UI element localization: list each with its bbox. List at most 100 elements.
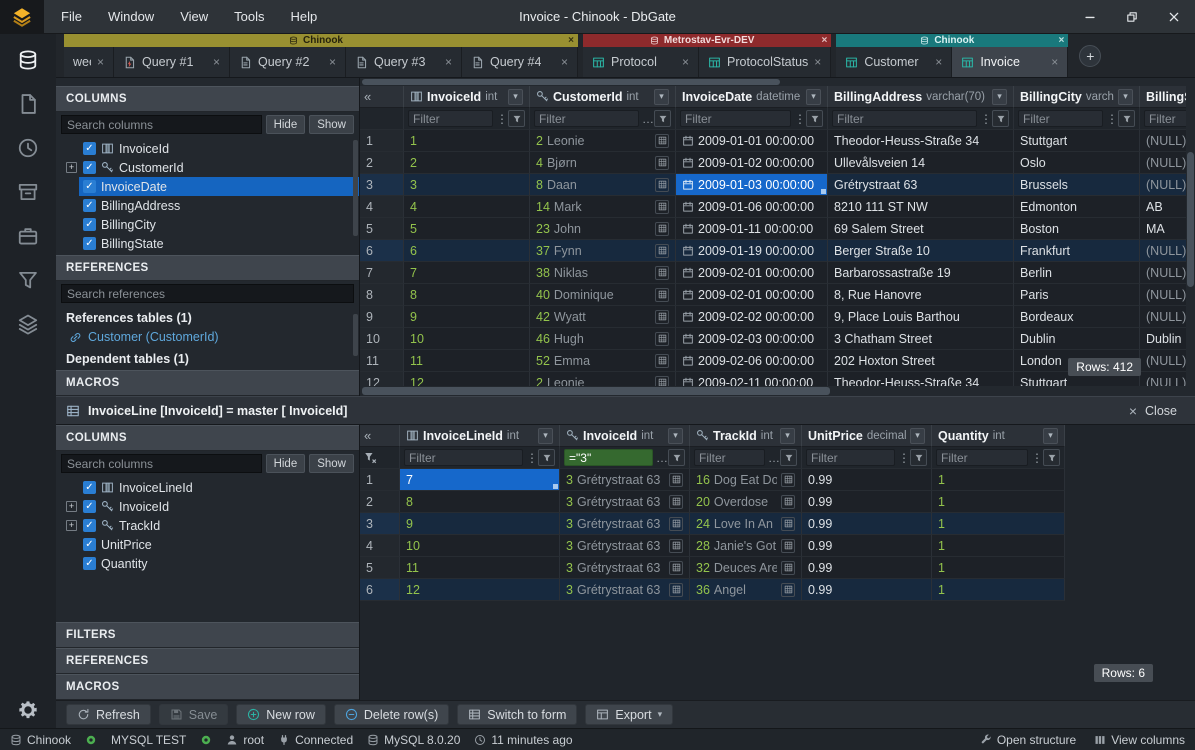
tab-customer[interactable]: Customer× — [836, 47, 952, 77]
status-mysql-8-0-20[interactable]: MySQL 8.0.20 — [367, 733, 460, 747]
status-mysql-test[interactable]: MYSQL TEST — [111, 733, 186, 747]
grid-cell[interactable]: 14Mark — [530, 196, 676, 218]
close-tab-icon[interactable]: × — [682, 55, 689, 69]
close-group-icon[interactable]: × — [1058, 34, 1064, 47]
briefcase-icon[interactable] — [12, 222, 44, 250]
grid-cell[interactable]: 42Wyatt — [530, 306, 676, 328]
open-reference-icon[interactable] — [655, 332, 669, 346]
grid-cell[interactable]: 2009-02-06 00:00:00 — [676, 350, 828, 372]
tab-query-3[interactable]: Query #3× — [346, 47, 462, 77]
grid-cell[interactable]: 2009-02-02 00:00:00 — [676, 306, 828, 328]
grid-cell[interactable]: 11 — [404, 350, 530, 372]
grid-cell[interactable]: Grétrystraat 63 — [828, 174, 1014, 196]
refresh-button[interactable]: Refresh — [66, 704, 151, 725]
close-tab-icon[interactable]: × — [561, 55, 568, 69]
open-reference-icon[interactable] — [781, 473, 795, 487]
grid-cell[interactable]: Stuttgart — [1014, 130, 1140, 152]
status-chinook[interactable]: Chinook — [10, 733, 71, 747]
grid-cell[interactable]: Bordeaux — [1014, 306, 1140, 328]
tab-protocol[interactable]: Protocol× — [583, 47, 699, 77]
grid-cell[interactable]: 37Fynn — [530, 240, 676, 262]
grid-cell[interactable]: 2009-01-01 00:00:00 — [676, 130, 828, 152]
column-menu-button[interactable]: ▾ — [1043, 428, 1058, 444]
open-reference-icon[interactable] — [781, 517, 795, 531]
grid-cell[interactable]: 9, Place Louis Barthou — [828, 306, 1014, 328]
close-tab-icon[interactable]: × — [329, 55, 336, 69]
grid-cell[interactable]: 8210 111 ST NW — [828, 196, 1014, 218]
grid-cell[interactable]: 3Grétrystraat 63 — [560, 557, 690, 579]
column-menu-button[interactable]: ▾ — [508, 89, 523, 105]
settings-gear-icon[interactable] — [12, 696, 44, 724]
columns-section-header[interactable]: COLUMNS — [56, 425, 359, 451]
column-menu-button[interactable]: ▾ — [668, 428, 683, 444]
filter-menu-icon[interactable]: … — [656, 452, 665, 464]
grid-cell[interactable]: 3 Chatham Street — [828, 328, 1014, 350]
row-number[interactable]: 3 — [360, 174, 404, 196]
column-menu-button[interactable]: ▾ — [1118, 89, 1133, 105]
row-number[interactable]: 3 — [360, 513, 400, 535]
search-references-input[interactable] — [61, 284, 354, 303]
hide-button[interactable]: Hide — [266, 454, 306, 473]
macros-section-header[interactable]: MACROS — [56, 674, 359, 700]
grid-cell[interactable]: 0.99 — [802, 469, 932, 491]
references-section-header[interactable]: REFERENCES — [56, 255, 359, 281]
grid-cell[interactable]: 1 — [404, 130, 530, 152]
row-number[interactable]: 6 — [360, 240, 404, 262]
filter-menu-icon[interactable]: … — [768, 452, 777, 464]
restore-button[interactable] — [1111, 0, 1153, 33]
open-reference-icon[interactable] — [669, 473, 683, 487]
close-tab-icon[interactable]: × — [814, 55, 821, 69]
open-reference-icon[interactable] — [655, 156, 669, 170]
grid-cell[interactable]: Theodor-Heuss-Straße 34 — [828, 372, 1014, 386]
grid-cell[interactable]: Frankfurt — [1014, 240, 1140, 262]
checkbox[interactable]: ✓ — [83, 519, 96, 532]
grid-cell[interactable]: 7 — [400, 469, 560, 491]
tab-protocolstatus[interactable]: ProtocolStatus× — [699, 47, 831, 77]
grid-cell[interactable]: Berger Straße 10 — [828, 240, 1014, 262]
open-reference-icon[interactable] — [781, 539, 795, 553]
column-menu-button[interactable]: ▾ — [654, 89, 669, 105]
column-menu-button[interactable]: ▾ — [780, 428, 795, 444]
funnel-icon[interactable] — [538, 449, 555, 466]
open-reference-icon[interactable] — [781, 495, 795, 509]
scrollbar-thumb[interactable] — [362, 79, 780, 85]
grid-cell[interactable]: 2Leonie — [530, 130, 676, 152]
checkbox[interactable]: ✓ — [83, 538, 96, 551]
filter-menu-icon[interactable]: ⋮ — [980, 113, 989, 125]
files-icon[interactable] — [12, 90, 44, 118]
filter-menu-icon[interactable]: ⋮ — [794, 113, 803, 125]
switch-to-form-button[interactable]: Switch to form — [457, 704, 577, 725]
grid-cell[interactable]: Dublin — [1014, 328, 1140, 350]
funnel-icon[interactable] — [806, 110, 823, 127]
clear-filters-button[interactable] — [360, 447, 400, 469]
grid-cell[interactable]: 8Daan — [530, 174, 676, 196]
new-tab-button[interactable]: + — [1079, 45, 1101, 67]
tab-group-header[interactable]: Metrostav-Evr-DEV× — [583, 34, 831, 47]
column-header-invoiceid[interactable]: InvoiceIdint▾ — [404, 86, 530, 108]
search-columns-input[interactable] — [61, 454, 262, 473]
checkbox[interactable]: ✓ — [83, 557, 96, 570]
scrollbar-thumb[interactable] — [353, 140, 358, 236]
grid-cell[interactable]: 0.99 — [802, 557, 932, 579]
grid-cell[interactable]: 3 — [404, 174, 530, 196]
menu-window[interactable]: Window — [95, 0, 167, 33]
grid-cell[interactable]: Theodor-Heuss-Straße 34 — [828, 130, 1014, 152]
funnel-icon[interactable] — [1118, 110, 1135, 127]
column-list-item[interactable]: ✓InvoiceDate — [56, 177, 359, 196]
checkbox[interactable]: ✓ — [83, 481, 96, 494]
new-row-button[interactable]: New row — [236, 704, 326, 725]
grid-cell[interactable]: 46Hugh — [530, 328, 676, 350]
macros-section-header[interactable]: MACROS — [56, 370, 359, 396]
grid-cell[interactable]: Barbarossastraße 19 — [828, 262, 1014, 284]
grid-cell[interactable]: 0.99 — [802, 535, 932, 557]
grid-cell[interactable]: 36Angel — [690, 579, 802, 601]
filter-input[interactable] — [936, 449, 1028, 466]
grid-cell[interactable]: 12 — [400, 579, 560, 601]
grid-cell[interactable]: 2009-01-19 00:00:00 — [676, 240, 828, 262]
open-reference-icon[interactable] — [655, 376, 669, 387]
tab-query-2[interactable]: Query #2× — [230, 47, 346, 77]
row-number[interactable]: 7 — [360, 262, 404, 284]
column-menu-button[interactable]: ▾ — [910, 428, 925, 444]
column-header-billingcity[interactable]: BillingCityvarchar(40)▾ — [1014, 86, 1140, 108]
menu-tools[interactable]: Tools — [221, 0, 277, 33]
